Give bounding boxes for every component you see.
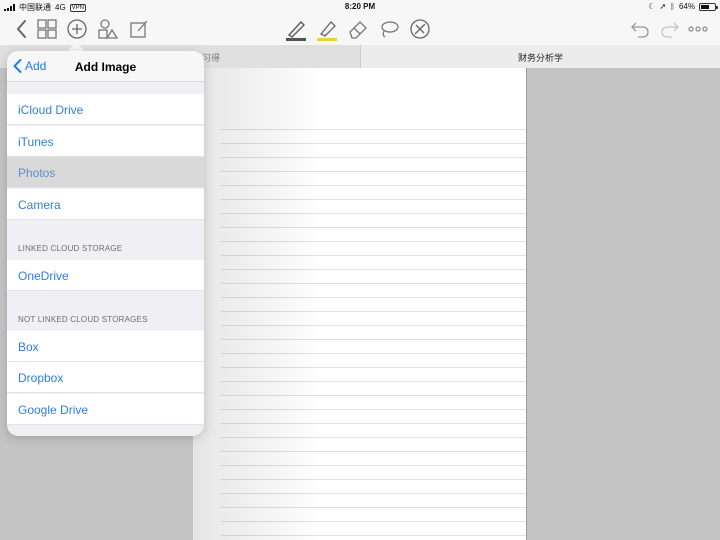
status-right: ☾ ➚ ᛒ 64% [648,2,718,11]
more-icon[interactable] [686,17,710,41]
toolbar [0,13,720,45]
location-icon: ➚ [659,2,667,11]
status-bar: 中国联通 4G VPN 8:20 PM ☾ ➚ ᛒ 64% [0,0,720,13]
back-chevron-icon[interactable] [10,17,34,41]
no-pen-icon[interactable] [408,17,432,41]
source-google-drive[interactable]: Google Drive [7,394,204,425]
pen-icon[interactable] [284,17,308,41]
shapes-icon[interactable] [96,17,120,41]
source-dropbox[interactable]: Dropbox [7,362,204,393]
source-icloud-drive[interactable]: iCloud Drive [7,94,204,125]
popover-shadow [193,68,323,540]
tab-right[interactable]: 财务分析学 [360,45,720,68]
source-onedrive[interactable]: OneDrive [7,260,204,291]
status-time: 8:20 PM [344,2,376,11]
not-linked-section-header: NOT LINKED CLOUD STORAGES [18,315,148,324]
grid-icon[interactable] [35,17,59,41]
battery-icon [699,2,718,11]
linked-section-header: LINKED CLOUD STORAGE [18,244,123,253]
add-image-popover: Add Add Image iCloud Drive iTunes Photos… [7,51,204,436]
edit-icon[interactable] [127,17,151,41]
highlighter-icon[interactable] [315,17,339,41]
lasso-icon[interactable] [377,17,401,41]
tab-left-label: 习得 [202,53,221,63]
battery-percent: 64% [678,2,695,11]
notebook-page[interactable] [193,68,527,540]
source-photos[interactable]: Photos [7,157,204,188]
source-itunes[interactable]: iTunes [7,126,204,157]
redo-icon[interactable] [658,17,682,41]
moon-icon: ☾ [648,2,656,11]
source-camera[interactable]: Camera [7,189,204,220]
source-box[interactable]: Box [7,331,204,362]
add-circle-icon[interactable] [65,17,89,41]
bluetooth-icon: ᛒ [670,2,675,11]
popover-title: Add Image [74,60,137,74]
tab-right-label: 财务分析学 [517,53,563,63]
undo-icon[interactable] [628,17,652,41]
eraser-icon[interactable] [346,17,370,41]
popover-header: Add Add Image [7,51,204,82]
